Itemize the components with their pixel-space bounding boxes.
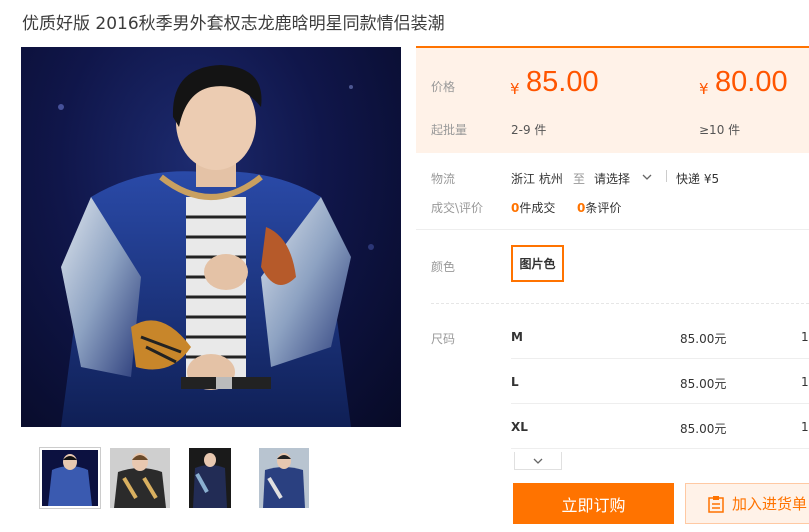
logistics-separator	[666, 170, 667, 182]
logistics-origin: 浙江 杭州	[511, 172, 563, 186]
buy-now-button[interactable]: 立即订购	[513, 483, 674, 524]
shipping-fee: 快递 ¥5	[676, 172, 720, 186]
moq-label: 起批量	[431, 123, 468, 137]
add-to-cart-button[interactable]: 加入进货单	[685, 483, 809, 524]
deals-text: 件成交	[519, 201, 556, 215]
size-name: M	[511, 330, 523, 344]
tier-2-currency: ¥	[699, 80, 709, 98]
color-option-selected[interactable]: 图片色	[511, 245, 564, 282]
size-label: 尺码	[431, 332, 456, 346]
price-label: 价格	[431, 80, 456, 94]
thumbnail-4[interactable]	[259, 448, 309, 508]
tier-1-price: 85.00	[526, 66, 599, 98]
deals-count-text: 0件成交	[511, 199, 555, 216]
product-title: 优质好版 2016秋季男外套权志龙鹿晗明星同款情侣装潮	[22, 14, 445, 34]
clipboard-icon	[708, 495, 724, 513]
reviews-link[interactable]: 0条评价	[577, 199, 621, 216]
thumbnail-1[interactable]	[39, 447, 101, 509]
transactions-label: 成交\评价	[431, 201, 484, 215]
chevron-down-icon	[642, 174, 652, 180]
size-name: L	[511, 375, 519, 389]
divider	[431, 303, 809, 304]
logistics-label: 物流	[431, 172, 456, 186]
destination-select[interactable]: 请选择	[594, 170, 656, 187]
color-label: 颜色	[431, 260, 456, 274]
size-stock: 1	[801, 330, 809, 344]
expand-sizes-button[interactable]	[514, 452, 562, 470]
size-price: 85.00元	[680, 422, 727, 436]
size-row-divider	[511, 448, 809, 449]
tier-1-range: 2-9 件	[511, 123, 547, 137]
thumbnail-3[interactable]	[189, 448, 231, 508]
price-panel: 价格 起批量 ¥ 85.00 2-9 件 ¥ 80.00 ≥10 件	[416, 46, 809, 153]
tier-2-price: 80.00	[715, 66, 788, 98]
size-stock: 1	[801, 375, 809, 389]
thumbnail-2[interactable]	[110, 448, 170, 508]
tier-1-currency: ¥	[510, 80, 520, 98]
size-row-divider	[511, 403, 809, 404]
size-row-divider	[511, 358, 809, 359]
logistics-to: 至	[573, 172, 586, 186]
reviews-text: 条评价	[585, 201, 622, 215]
divider	[416, 229, 809, 230]
tier-2-range: ≥10 件	[699, 123, 741, 137]
size-price: 85.00元	[680, 332, 727, 346]
main-product-image[interactable]	[21, 47, 401, 427]
size-stock: 1	[801, 420, 809, 434]
size-name: XL	[511, 420, 528, 434]
destination-select-label: 请选择	[594, 172, 631, 186]
size-price: 85.00元	[680, 377, 727, 391]
chevron-down-icon	[533, 458, 543, 464]
add-to-cart-label: 加入进货单	[732, 496, 808, 513]
